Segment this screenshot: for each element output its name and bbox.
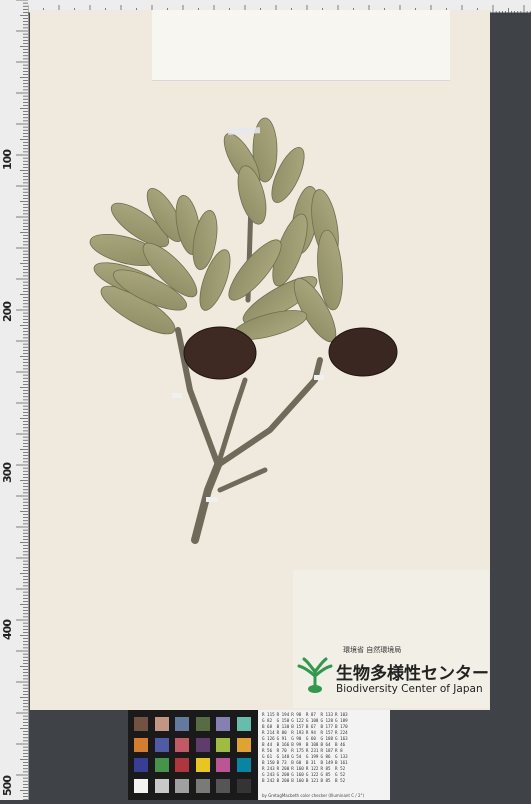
color-swatch	[175, 758, 189, 772]
fruit-left	[183, 326, 257, 380]
center-name-jp: 生物多様性センター	[336, 664, 489, 684]
tape-strip	[206, 497, 218, 502]
ruler-ticks	[16, 0, 28, 801]
card-footer-text: by GretagMacbeth color checker (Illumina…	[262, 793, 365, 798]
table-cell: B 160	[291, 778, 304, 783]
color-swatch	[236, 737, 251, 752]
color-swatch	[134, 717, 148, 731]
table-row: B 242 B 200 B 160 B 121 B 85 B 52	[261, 778, 349, 784]
fruit-right	[328, 327, 398, 377]
tape-strip	[172, 393, 182, 398]
color-swatch	[216, 778, 230, 793]
center-name-en: Biodiversity Center of Japan	[336, 683, 483, 695]
color-swatch	[134, 778, 148, 793]
color-checker-chart	[128, 710, 258, 800]
color-swatch	[134, 758, 148, 772]
ruler-label-100: 100	[1, 150, 14, 170]
color-swatch	[236, 717, 251, 731]
color-swatch	[236, 778, 251, 793]
center-logo-icon	[297, 657, 333, 693]
color-swatch	[154, 778, 169, 793]
color-swatch	[236, 758, 251, 772]
color-swatch	[134, 737, 148, 752]
color-swatch	[154, 737, 169, 752]
table-cell: B 242	[262, 778, 275, 783]
table-cell: B 200	[276, 778, 290, 783]
color-swatch	[195, 717, 210, 731]
color-swatch	[154, 758, 169, 772]
ruler-label-500: 500	[1, 776, 14, 796]
table-cell: B 121	[305, 778, 319, 783]
color-values-card: R 115 R 194 R 98 R 87 R 133 R 103 G 82 G 150 G 1…	[258, 710, 390, 800]
color-swatch	[175, 778, 189, 793]
ruler-label-300: 300	[1, 463, 14, 483]
ruler-label-400: 400	[1, 620, 14, 640]
leaves	[89, 117, 343, 343]
tape-strip	[314, 375, 324, 380]
table-cell: B 85	[320, 778, 331, 783]
color-swatch	[154, 717, 169, 731]
ministry-text: 環境省 自然環境局	[343, 646, 402, 654]
color-values-table: R 115 R 194 R 98 R 87 R 133 R 103 G 82 G 150 G 1…	[261, 712, 349, 784]
ruler-label-200: 200	[1, 302, 14, 322]
color-swatch	[175, 717, 189, 731]
color-swatch	[216, 737, 230, 752]
left-ruler: 100 200 300 400 500	[0, 0, 29, 801]
color-swatch	[216, 758, 230, 772]
color-swatch	[175, 737, 189, 752]
color-swatch	[195, 758, 210, 772]
color-swatch	[195, 778, 210, 793]
plant-specimen	[89, 117, 398, 544]
color-swatch	[195, 737, 210, 752]
color-swatch	[216, 717, 230, 731]
table-cell: B 52	[335, 778, 346, 783]
